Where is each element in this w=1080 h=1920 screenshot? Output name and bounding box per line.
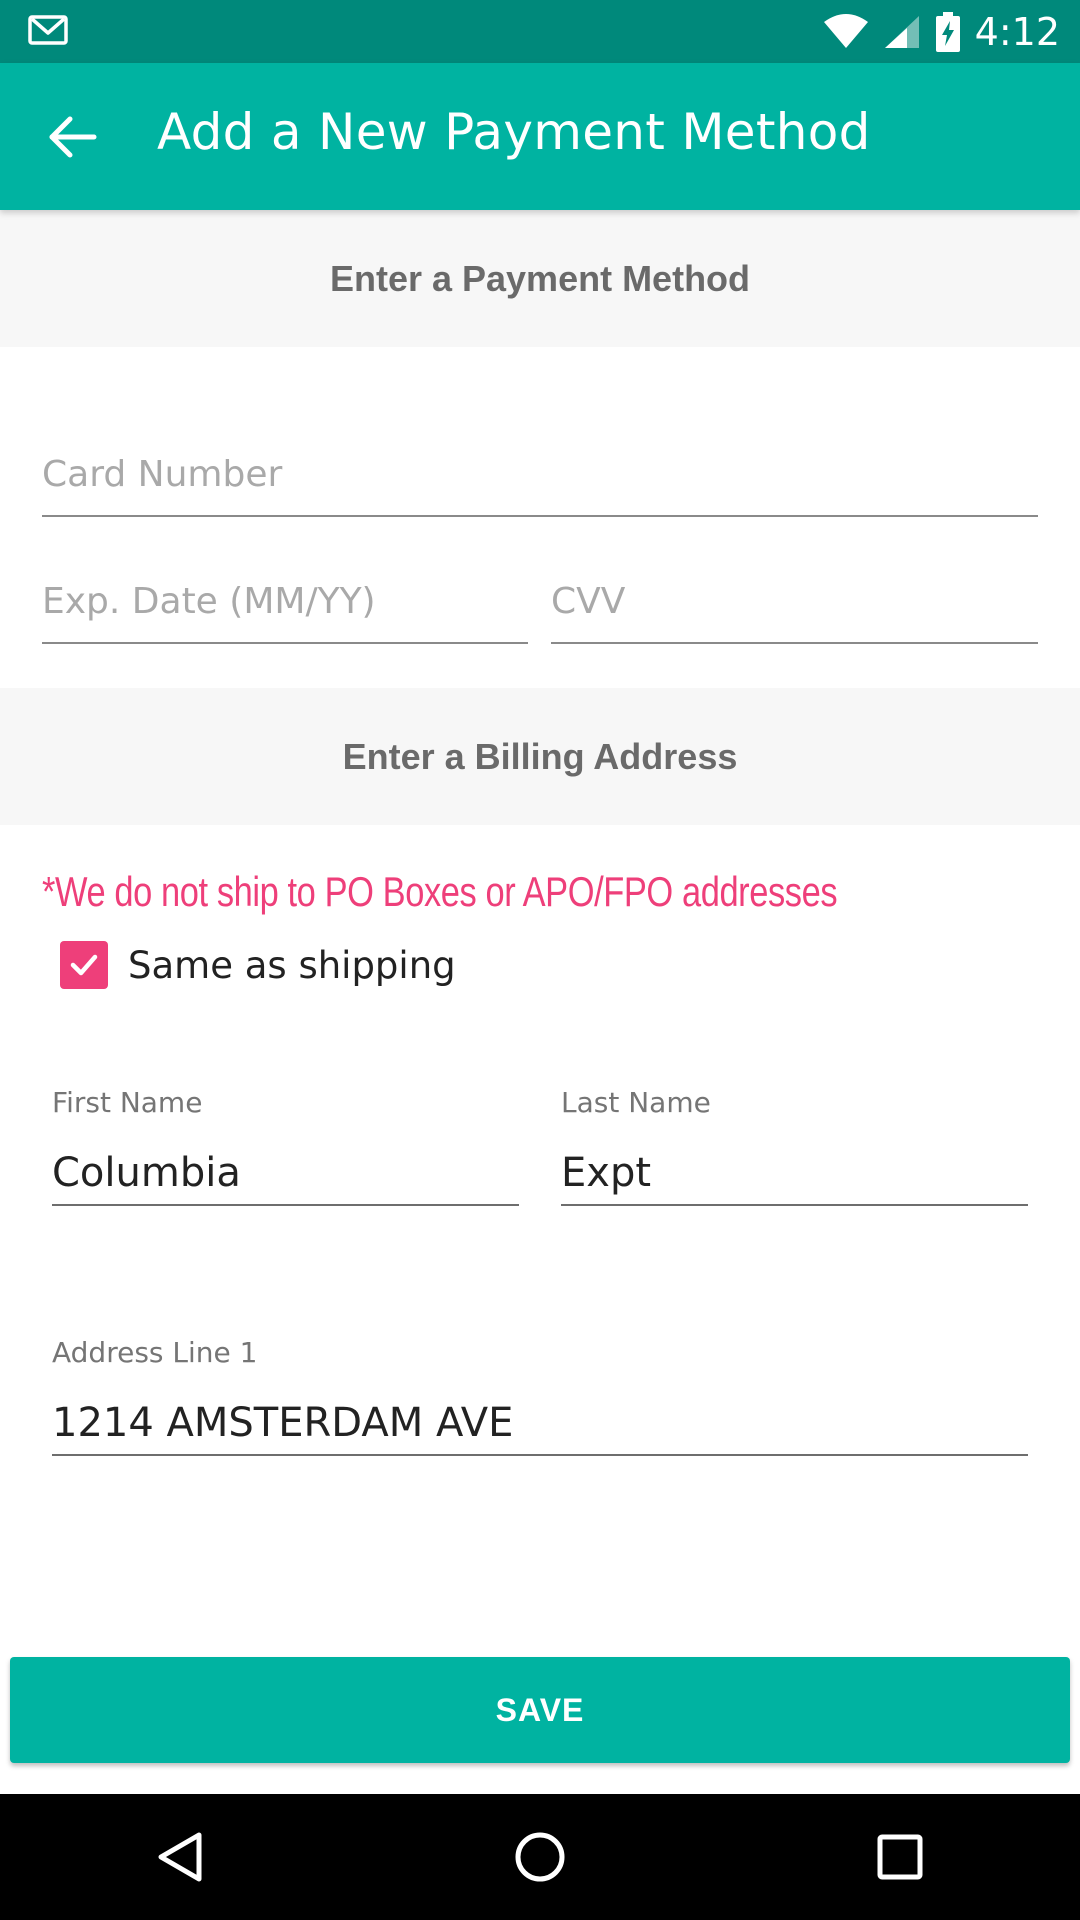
app-bar: Add a New Payment Method <box>0 63 1080 210</box>
shipping-notice: *We do not ship to PO Boxes or APO/FPO a… <box>42 868 838 915</box>
billing-section-title: Enter a Billing Address <box>342 735 738 777</box>
nav-back-icon <box>158 1832 202 1882</box>
same-as-shipping-label: Same as shipping <box>128 943 456 987</box>
first-name-label: First Name <box>52 1086 203 1119</box>
status-time: 4:12 <box>974 9 1060 54</box>
last-name-label: Last Name <box>561 1086 711 1119</box>
nav-recents-icon <box>877 1834 923 1880</box>
same-as-shipping-checkbox[interactable]: Same as shipping <box>60 940 456 990</box>
save-button[interactable]: SAVE <box>10 1657 1070 1763</box>
exp-date-input[interactable] <box>42 557 528 641</box>
nav-home-button[interactable] <box>505 1822 575 1892</box>
first-name-input[interactable] <box>52 1144 519 1202</box>
signal-icon <box>884 15 919 48</box>
cvv-field <box>551 557 1038 644</box>
back-arrow-icon[interactable] <box>44 109 100 165</box>
address-line-1-field <box>52 1394 1028 1456</box>
system-nav-bar <box>0 1794 1080 1920</box>
battery-charging-icon <box>935 11 960 52</box>
address-line-1-input[interactable] <box>52 1394 1028 1452</box>
first-name-field <box>52 1144 519 1206</box>
payment-section-title: Enter a Payment Method <box>329 257 751 299</box>
wifi-icon <box>823 13 868 48</box>
page-title: Add a New Payment Method <box>157 103 871 161</box>
status-icons: 4:12 <box>823 0 1060 63</box>
status-bar: 4:12 <box>0 0 1080 63</box>
nav-back-button[interactable] <box>145 1822 215 1892</box>
exp-date-field <box>42 557 528 644</box>
last-name-field <box>561 1144 1028 1206</box>
last-name-input[interactable] <box>561 1144 1028 1202</box>
card-number-field <box>42 430 1038 517</box>
payment-section-header: Enter a Payment Method <box>0 210 1080 347</box>
address-line-1-label: Address Line 1 <box>52 1336 258 1369</box>
screen: 4:12 Add a New Payment Method Enter a Pa… <box>0 0 1080 1920</box>
checkbox-checked-icon[interactable] <box>60 941 108 989</box>
card-number-input[interactable] <box>42 430 1038 514</box>
nav-recents-button[interactable] <box>865 1822 935 1892</box>
cvv-input[interactable] <box>551 557 1038 641</box>
nav-home-icon <box>515 1832 565 1882</box>
billing-section-header: Enter a Billing Address <box>0 688 1080 825</box>
mail-icon <box>28 15 68 45</box>
